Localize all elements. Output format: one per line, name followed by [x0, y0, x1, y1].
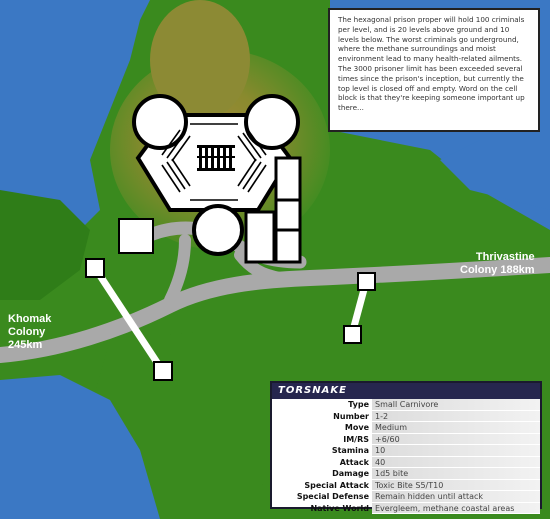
stat-rows: Type Small Carnivore Number 1-2 Move Medium IM…	[272, 399, 540, 514]
stat-value: Small Carnivore	[372, 399, 540, 411]
creature-name: TORSNAKE	[272, 383, 540, 399]
stat-row: Type Small Carnivore	[272, 399, 540, 411]
stat-row: Stamina 10	[272, 445, 540, 457]
stat-label: Damage	[332, 469, 369, 478]
stat-row: Special Defense Remain hidden until attac…	[272, 491, 540, 503]
stat-label: Move	[344, 423, 369, 432]
stat-label: Native World	[310, 503, 369, 513]
stat-value: 1d5 bite	[372, 468, 540, 480]
pad-west-south	[153, 361, 173, 381]
prison-tower-nw	[132, 94, 188, 150]
stat-row: IM/RS +6/60	[272, 433, 540, 445]
stat-row: Attack 40	[272, 456, 540, 468]
thrivastine-line2: Colony 188km	[460, 264, 535, 276]
stat-label: Special Attack	[304, 480, 369, 490]
prison-tower-s	[192, 204, 244, 256]
stat-label: Number	[333, 411, 369, 421]
prison-tower-ne	[244, 94, 300, 150]
pad-large	[118, 218, 154, 254]
thrivastine-colony-label: Thrivastine Colony 188km	[460, 251, 535, 277]
stat-label: Type	[348, 400, 369, 409]
stat-label: IM/RS	[343, 434, 369, 444]
khomak-colony-label: Khomak Colony 245km	[8, 313, 51, 352]
pad-west-north	[85, 258, 105, 278]
stat-value: 10	[372, 445, 540, 457]
khomak-name: Khomak	[8, 313, 52, 325]
stat-row: Number 1-2	[272, 410, 540, 422]
stat-value: Remain hidden until attack	[372, 491, 540, 503]
stat-value: Evergleem, methane coastal areas	[372, 502, 540, 514]
khomak-distance: 245km	[8, 339, 43, 351]
stat-label: Special Defense	[296, 492, 369, 501]
stat-value: Toxic Bite S5/T10	[372, 479, 540, 491]
stat-row: Native World Evergleem, methane coastal a…	[272, 502, 540, 514]
stat-label: Stamina	[331, 446, 369, 455]
prison-note-text: The hexagonal prison proper will hold 10…	[338, 15, 525, 113]
stat-row: Move Medium	[272, 422, 540, 434]
pad-east-south	[343, 325, 362, 344]
stat-label: Attack	[339, 457, 369, 467]
map: Khomak Colony 245km Thrivastine Colony 1…	[0, 0, 550, 519]
prison-note: The hexagonal prison proper will hold 10…	[328, 8, 540, 132]
pad-east-north	[357, 272, 376, 291]
khomak-line2: Colony	[8, 326, 46, 338]
stat-value: 40	[372, 456, 540, 468]
stat-value: 1-2	[372, 410, 540, 422]
creature-statblock: TORSNAKE Type Small Carnivore Number 1-2 Mov…	[270, 381, 542, 514]
stat-row: Damage 1d5 bite	[272, 468, 540, 480]
stat-value: Medium	[372, 422, 540, 434]
stat-value: +6/60	[372, 433, 540, 445]
stat-row: Special Attack Toxic Bite S5/T10	[272, 479, 540, 491]
thrivastine-name: Thrivastine	[475, 251, 535, 263]
